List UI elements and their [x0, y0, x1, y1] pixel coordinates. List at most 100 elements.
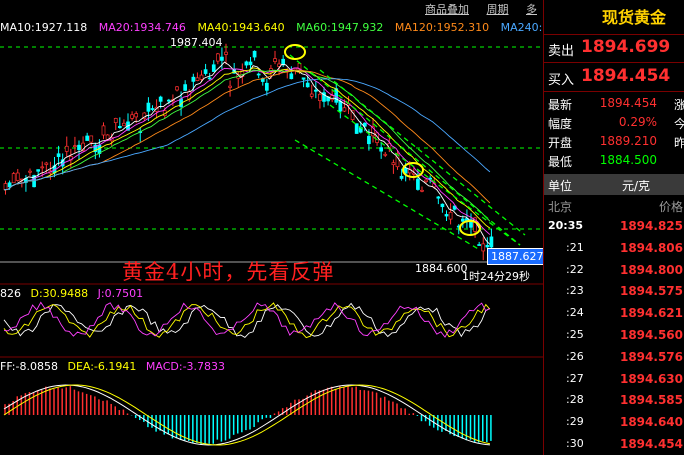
chart-area[interactable]: 商品叠加 周期 多 MA10:1927.118 MA20:1934.746 MA…	[0, 0, 543, 455]
tick-row: :26 1894.576	[544, 347, 684, 368]
candle-body	[117, 125, 122, 129]
tick-time: :29	[566, 415, 584, 429]
unit-label: 单位	[548, 179, 573, 193]
candle-body	[130, 114, 134, 119]
candle-body	[391, 162, 396, 166]
candle-body	[448, 211, 453, 220]
stat-label2: 今	[674, 117, 684, 131]
candle-body	[28, 170, 32, 173]
candle-body	[211, 64, 216, 72]
kdj-legend: 826 D:30.9488 J:0.7501	[0, 287, 149, 300]
stat-label: 最低	[548, 155, 573, 169]
candle-body	[444, 214, 449, 217]
tick-row: :21 1894.806	[544, 238, 684, 259]
tick-time: :27	[566, 371, 584, 385]
highlight-circle	[284, 44, 306, 60]
ma10-label: MA10:1927.118	[0, 21, 88, 34]
tick-price: 1894.560	[619, 328, 683, 342]
tick-time: :26	[566, 349, 584, 363]
candle-body	[305, 82, 310, 88]
tick-row: :29 1894.640	[544, 412, 684, 433]
overlay-link[interactable]: 商品叠加	[425, 3, 469, 16]
kdj-j: J:0.7501	[97, 287, 144, 300]
ma120-label: MA120:1952.310	[394, 21, 490, 34]
candle-body	[183, 84, 188, 91]
sell-price: 1894.699	[581, 37, 671, 57]
ma-legend: MA10:1927.118 MA20:1934.746 MA40:1943.64…	[0, 21, 543, 34]
candle-body	[440, 203, 445, 208]
candle-body	[158, 96, 163, 102]
candle-body	[150, 108, 155, 110]
high-price-label: 1987.404	[170, 36, 223, 49]
stat-value: 0.29%	[618, 115, 657, 129]
candle-body	[281, 58, 286, 66]
candle-body	[485, 244, 490, 248]
buy-price: 1894.454	[581, 66, 671, 86]
current-price-box: 1887.627	[487, 248, 543, 265]
stat-row: 最低 1884.500	[544, 151, 684, 170]
buy-row[interactable]: 买入 1894.454	[544, 63, 684, 92]
candle-body	[416, 178, 420, 190]
candle-body	[64, 145, 69, 152]
bar-countdown: 1时24分29秒	[462, 270, 530, 283]
tick-time: :21	[566, 240, 584, 254]
candle-body	[383, 153, 388, 156]
candle-body	[113, 118, 118, 123]
candle-body	[399, 175, 404, 179]
candle-body	[220, 56, 224, 61]
candle-body	[248, 61, 253, 66]
sell-row[interactable]: 卖出 1894.699	[544, 34, 684, 63]
macd-value: MACD:-3.7833	[145, 360, 226, 373]
macd-legend: FF:-8.0858 DEA:-6.1941 MACD:-3.7833	[0, 360, 231, 373]
instrument-title: 现货黄金	[602, 8, 667, 27]
tick-header: 北京 价格	[544, 196, 684, 215]
candle-body	[77, 144, 81, 151]
candle-body	[56, 153, 61, 157]
stat-row: 幅度 0.29% 今	[544, 113, 684, 132]
candle-body	[338, 100, 343, 112]
candle-body	[477, 244, 482, 246]
tick-row: :22 1894.800	[544, 260, 684, 281]
candlestick-chart[interactable]	[0, 0, 543, 455]
tick-header-time: 北京	[548, 200, 573, 214]
stat-value: 1889.210	[599, 134, 657, 148]
tick-time: :24	[566, 306, 584, 320]
tick-price: 1894.630	[619, 371, 683, 386]
period-link[interactable]: 周期	[487, 3, 509, 16]
candle-body	[7, 182, 12, 188]
more-link[interactable]: 多	[526, 3, 537, 16]
kdj-k: 826	[0, 287, 21, 300]
candle-body	[252, 50, 257, 58]
stat-label2: 昨	[674, 136, 684, 150]
tick-row: :30 1894.454	[544, 434, 684, 455]
tick-header-price: 价格	[658, 200, 683, 214]
tick-time: :28	[566, 393, 584, 407]
tick-time: :23	[566, 284, 584, 298]
tick-price: 1894.800	[619, 262, 683, 277]
stat-row: 开盘 1889.210 昨	[544, 132, 684, 151]
ma240-label: MA240:1975.	[500, 21, 543, 34]
candle-body	[489, 236, 494, 248]
tick-row: :23 1894.575	[544, 281, 684, 302]
tick-row: :25 1894.560	[544, 325, 684, 346]
candle-body	[256, 73, 261, 76]
tick-price: 1894.576	[619, 349, 683, 364]
candle-body	[191, 76, 196, 82]
kdj-d: D:30.9488	[30, 287, 89, 300]
candle-body	[244, 61, 249, 66]
stat-label: 最新	[548, 98, 573, 112]
candle-body	[224, 51, 228, 55]
candle-body	[3, 183, 8, 191]
ma60-label: MA60:1947.932	[296, 21, 384, 34]
buy-label: 买入	[548, 73, 575, 88]
candle-body	[313, 89, 318, 92]
tick-time: :25	[566, 328, 584, 341]
candle-body	[195, 77, 200, 82]
candle-body	[273, 58, 277, 62]
candle-body	[207, 77, 212, 80]
candle-body	[436, 196, 441, 199]
ma20-label: MA20:1934.746	[98, 21, 186, 34]
moving-average-line	[3, 67, 491, 235]
tick-price: 1894.585	[619, 393, 683, 408]
tick-price: 1894.621	[619, 306, 683, 321]
